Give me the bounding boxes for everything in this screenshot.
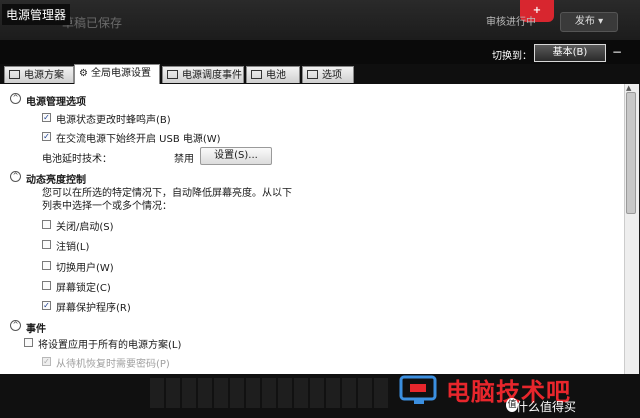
tab-options[interactable]: 选项 [302,66,354,83]
screensaver-checkbox[interactable]: ✓ [42,301,51,310]
usb-power-checkbox[interactable]: ✓ [42,132,51,141]
gear-icon: ⚙ [79,68,88,79]
battery-extend-value: 禁用 [174,154,194,165]
tab-power-plans[interactable]: 电源方案 [4,66,74,83]
brightness-description-line-2: 列表中选择一个或多个情况： [42,201,172,212]
usb-power-label: 在交流电源下始终开启 USB 电源(W) [56,134,221,145]
logoff-checkbox[interactable] [42,240,51,249]
scroll-up-icon[interactable]: ▲ [626,84,631,92]
tab-battery[interactable]: 电池 [246,66,300,83]
checkbox-icon [307,70,318,79]
beep-checkbox[interactable]: ✓ [42,113,51,122]
screen-lock-label: 屏幕锁定(C) [56,283,111,294]
battery-icon [251,70,262,79]
battery-extend-label: 电池延时技术： [42,154,112,165]
battery-settings-button[interactable]: 设置(S)... [200,147,272,165]
publish-button[interactable]: 发布 ▾ [560,12,618,32]
scrollbar-thumb[interactable] [626,92,636,214]
shutdown-startup-checkbox[interactable] [42,220,51,229]
background-status-text: 审核进行中 [486,17,536,28]
schedule-icon [167,70,178,79]
basic-mode-button[interactable]: 基本(B) [534,44,606,62]
screensaver-label: 屏幕保护程序(R) [56,303,131,314]
tab-power-schedule-events[interactable]: 电源调度事件 [162,66,244,83]
collapse-icon[interactable]: ^ [10,171,21,182]
collapse-icon[interactable]: ^ [10,320,21,331]
keyboard-image [150,378,390,408]
battery-plan-icon [9,70,20,79]
tab-global-power-settings[interactable]: ⚙ 全局电源设置 [74,64,160,84]
section-title-power-options: 电源管理选项 [26,97,86,108]
require-password-checkbox[interactable]: ✓ [42,357,51,366]
switch-user-checkbox[interactable] [42,261,51,270]
beep-label: 电源状态更改时蜂鸣声(B) [56,115,171,126]
screen-lock-checkbox[interactable] [42,281,51,290]
apply-all-plans-label: 将设置应用于所有的电源方案(L) [38,340,182,351]
draft-saved-status: 草稿已保存 [62,16,123,30]
window-title: 电源管理器 [2,4,71,25]
switch-to-label: 切换到： [492,51,532,62]
apply-all-plans-checkbox[interactable] [24,338,33,347]
switch-user-label: 切换用户(W) [56,263,114,274]
require-password-label: 从待机恢复时需要密码(P) [56,359,170,370]
collapse-icon[interactable]: ^ [10,93,21,104]
shutdown-startup-label: 关闭/启动(S) [56,222,114,233]
minimize-icon[interactable]: − [612,46,622,58]
computer-logo-icon [399,375,437,404]
watermark-site-text: 什么值得买 [516,400,577,414]
section-title-events: 事件 [26,324,46,335]
logoff-label: 注销(L) [56,242,90,253]
